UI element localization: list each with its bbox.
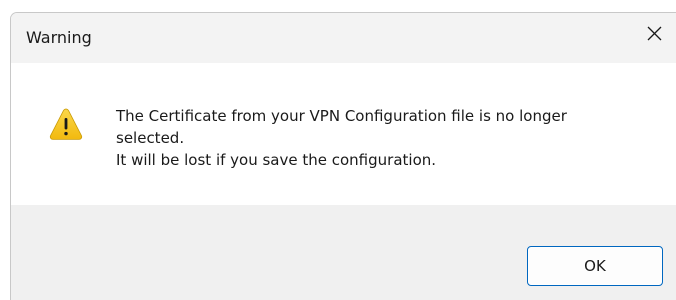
warning-dialog: Warning The Certificate from your VPN Co… <box>10 12 676 300</box>
dialog-title: Warning <box>26 28 92 47</box>
ok-button[interactable]: OK <box>527 246 663 286</box>
title-bar: Warning <box>11 13 676 63</box>
dialog-content: The Certificate from your VPN Configurat… <box>11 63 676 205</box>
warning-icon <box>49 108 83 140</box>
dialog-footer: OK <box>11 205 676 300</box>
dialog-message: The Certificate from your VPN Configurat… <box>116 105 636 171</box>
close-button[interactable] <box>631 13 676 55</box>
message-line: It will be lost if you save the configur… <box>116 151 437 169</box>
message-line: The Certificate from your VPN Configurat… <box>116 107 567 125</box>
close-icon <box>647 26 662 41</box>
message-line: selected. <box>116 129 185 147</box>
